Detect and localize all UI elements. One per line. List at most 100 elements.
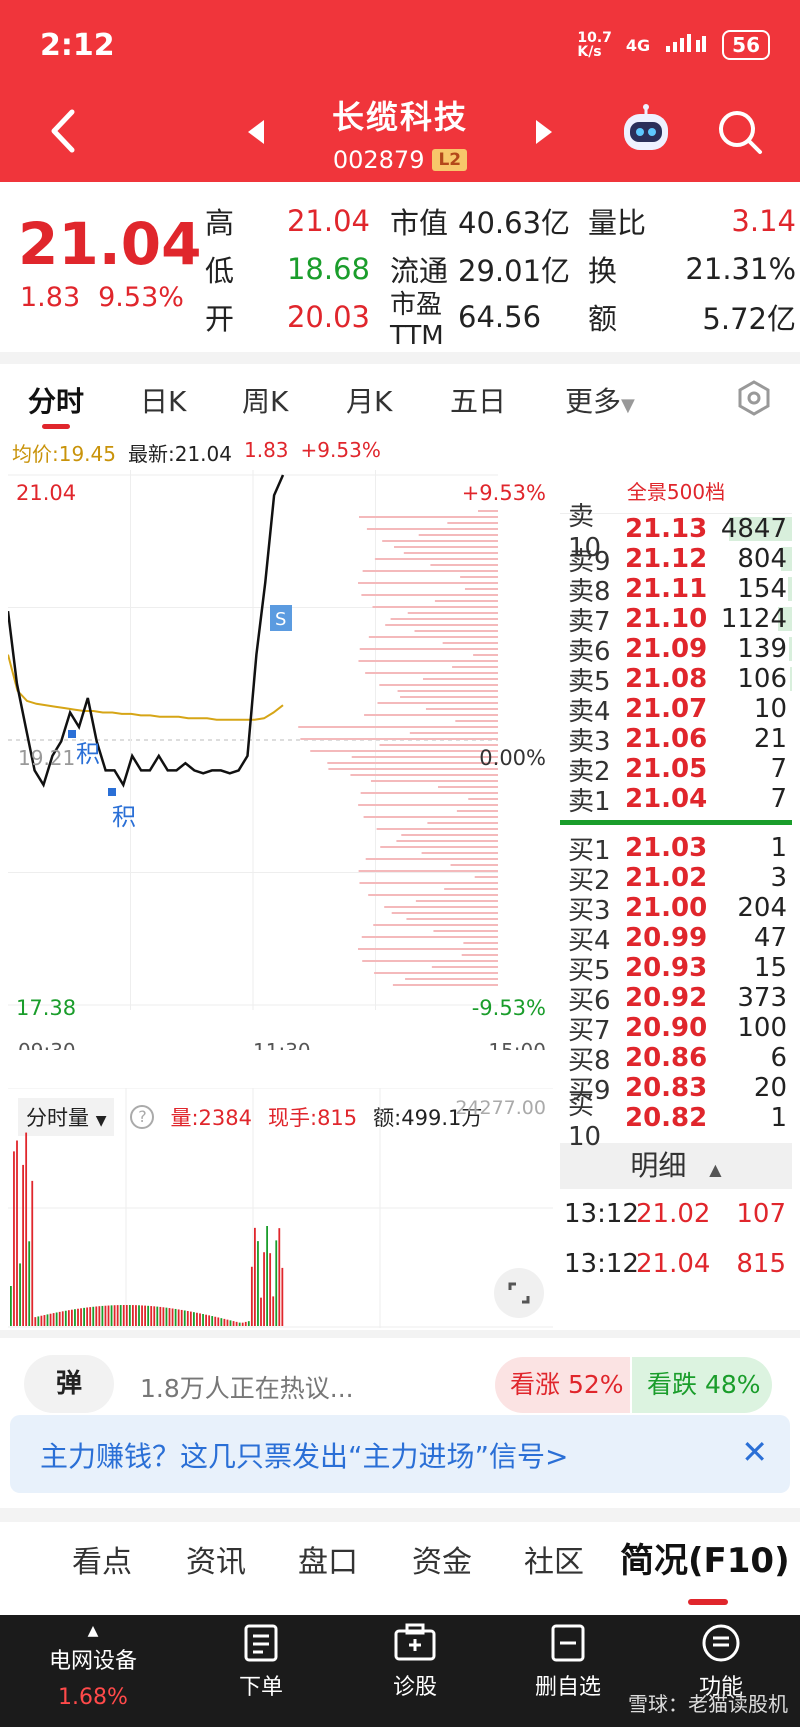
vote-down-button[interactable]: 看跌 48% xyxy=(632,1357,772,1413)
volume-axis-top: 24277.00 xyxy=(455,1097,546,1119)
promo-banner[interactable]: 主力赚钱？这几只票发出“主力进场”信号> ✕ xyxy=(10,1415,790,1493)
volume-bar xyxy=(171,1308,174,1326)
close-icon[interactable]: ✕ xyxy=(741,1433,768,1471)
intraday-info: 均价:19.45 最新:21.04 1.83 +9.53% xyxy=(12,438,381,467)
order-button[interactable]: 下单 xyxy=(196,1623,326,1701)
tab-community[interactable]: 社区 xyxy=(524,1537,584,1581)
depth-bar xyxy=(384,906,498,908)
ask-row[interactable]: 卖1 21.04 7 xyxy=(560,784,792,817)
ask-row[interactable]: 卖9 21.12 804 xyxy=(560,544,792,577)
bid-row[interactable]: 买5 20.93 15 xyxy=(560,953,792,986)
tab-capital[interactable]: 资金 xyxy=(412,1537,472,1581)
depth-bar xyxy=(328,768,498,770)
bid-row[interactable]: 买6 20.92 373 xyxy=(560,983,792,1016)
bid-price: 20.93 xyxy=(625,953,708,983)
volume-chart[interactable]: 24277.00 xyxy=(8,1087,553,1328)
tab-weekly-k[interactable]: 周K xyxy=(242,380,288,420)
volume-bar xyxy=(278,1228,281,1326)
ask-row[interactable]: 卖7 21.10 1124 xyxy=(560,604,792,637)
volume-bar xyxy=(43,1315,46,1326)
quote-value: 3.14 xyxy=(731,204,796,238)
volume-bar xyxy=(272,1296,275,1326)
tab-f10-profile[interactable]: 简况(F10) xyxy=(620,1533,790,1582)
depth-bar xyxy=(464,588,498,590)
sector-button[interactable]: ▲ 电网设备 1.68% xyxy=(28,1623,158,1710)
robot-assistant-icon[interactable] xyxy=(618,104,674,160)
header: 2:12 10.7 K/s 4G 56 长缆科技 002879 L2 xyxy=(0,0,800,182)
bid-price: 21.00 xyxy=(625,893,708,923)
vote-up-button[interactable]: 看涨 52% xyxy=(495,1357,630,1413)
tab-daily-k[interactable]: 日K xyxy=(140,380,186,420)
search-icon[interactable] xyxy=(716,108,764,160)
axis-low-label: 17.38 xyxy=(16,996,76,1020)
bid-price: 20.99 xyxy=(625,923,708,953)
volume-bar xyxy=(220,1318,223,1326)
active-tab-underline xyxy=(688,1599,728,1605)
bid-row[interactable]: 买4 20.99 47 xyxy=(560,923,792,956)
volume-bar xyxy=(55,1312,58,1326)
depth-bar xyxy=(368,894,498,896)
quote-panel: 21.04 1.83 9.53% 高 21.04 市值 40.63亿 量比 3.… xyxy=(0,182,800,352)
depth-bar xyxy=(461,954,498,956)
depth-bar xyxy=(376,828,498,830)
ask-row[interactable]: 卖3 21.06 21 xyxy=(560,724,792,757)
volume-bar xyxy=(196,1312,198,1326)
l2-badge: L2 xyxy=(432,149,468,171)
ask-row[interactable]: 卖2 21.05 7 xyxy=(560,754,792,787)
tab-more[interactable]: 更多▼ xyxy=(565,380,635,420)
depth-bar xyxy=(434,600,498,602)
depth-bar xyxy=(364,714,498,716)
volume-bar xyxy=(269,1253,272,1326)
settings-hex-icon[interactable] xyxy=(736,380,772,420)
quote-grid: 高 21.04 市值 40.63亿 量比 3.14 低 18.68 流通 29.… xyxy=(205,197,800,351)
depth-bar xyxy=(350,774,498,776)
bid-volume: 3 xyxy=(770,863,787,893)
ask-volume: 106 xyxy=(737,664,787,694)
tab-intraday[interactable]: 分时 xyxy=(28,380,84,420)
tab-five-day[interactable]: 五日 xyxy=(450,380,506,420)
axis-low-pct: -9.53% xyxy=(472,996,546,1020)
depth-bar xyxy=(358,804,498,806)
tab-news[interactable]: 资讯 xyxy=(186,1537,246,1581)
tab-orderbook[interactable]: 盘口 xyxy=(298,1537,358,1581)
tab-highlights[interactable]: 看点 xyxy=(72,1537,132,1581)
volume-bar xyxy=(263,1252,265,1326)
depth-bar xyxy=(380,846,498,848)
ask-row[interactable]: 卖8 21.11 154 xyxy=(560,574,792,607)
ask-volume: 21 xyxy=(753,724,787,754)
bid-row[interactable]: 买2 21.02 3 xyxy=(560,863,792,896)
remove-watchlist-button[interactable]: 删自选 xyxy=(503,1623,633,1701)
volume-bar xyxy=(235,1321,238,1326)
diagnose-button[interactable]: 诊股 xyxy=(350,1623,480,1701)
volume-bar xyxy=(217,1317,220,1326)
bid-volume: 6 xyxy=(770,1043,787,1073)
bid-row[interactable]: 买8 20.86 6 xyxy=(560,1043,792,1076)
bid-row[interactable]: 买7 20.90 100 xyxy=(560,1013,792,1046)
depth-bar xyxy=(359,516,498,518)
bid-row[interactable]: 买10 20.82 1 xyxy=(560,1091,792,1152)
depth-bar xyxy=(414,630,498,632)
ask-price: 21.13 xyxy=(625,514,708,544)
bid-row[interactable]: 买3 21.00 204 xyxy=(560,893,792,926)
mark-ji-label: 积 xyxy=(112,803,136,831)
bid-volume: 20 xyxy=(753,1073,787,1103)
ask-price: 21.04 xyxy=(625,784,708,814)
sell-mark-label: S xyxy=(275,609,286,630)
stock-code-row: 002879 L2 xyxy=(333,146,468,174)
bid-row[interactable]: 买1 21.03 1 xyxy=(560,833,792,866)
ask-row[interactable]: 卖6 21.09 139 xyxy=(560,634,792,667)
ask-row[interactable]: 卖10 21.13 4847 xyxy=(560,502,792,563)
ask-row[interactable]: 卖4 21.07 10 xyxy=(560,694,792,727)
discussion-text[interactable]: 1.8万人正在热议... xyxy=(140,1369,354,1405)
danmaku-button[interactable]: 弹 xyxy=(24,1355,114,1413)
intraday-chart[interactable]: 21.04 17.38 +9.53% 0.00% -9.53% 19.21 09… xyxy=(6,470,553,1063)
fullscreen-icon[interactable] xyxy=(494,1268,544,1318)
detail-row: 13:12 21.02 107 xyxy=(560,1189,792,1239)
info-tabs: 看点 资讯 盘口 资金 社区 简况(F10) xyxy=(0,1525,800,1605)
volume-bar xyxy=(260,1297,262,1326)
depth-bar xyxy=(474,876,498,878)
diagnose-icon xyxy=(350,1623,480,1663)
tab-monthly-k[interactable]: 月K xyxy=(346,380,392,420)
axis-prev-close: 19.21 xyxy=(18,746,75,770)
ask-row[interactable]: 卖5 21.08 106 xyxy=(560,664,792,697)
